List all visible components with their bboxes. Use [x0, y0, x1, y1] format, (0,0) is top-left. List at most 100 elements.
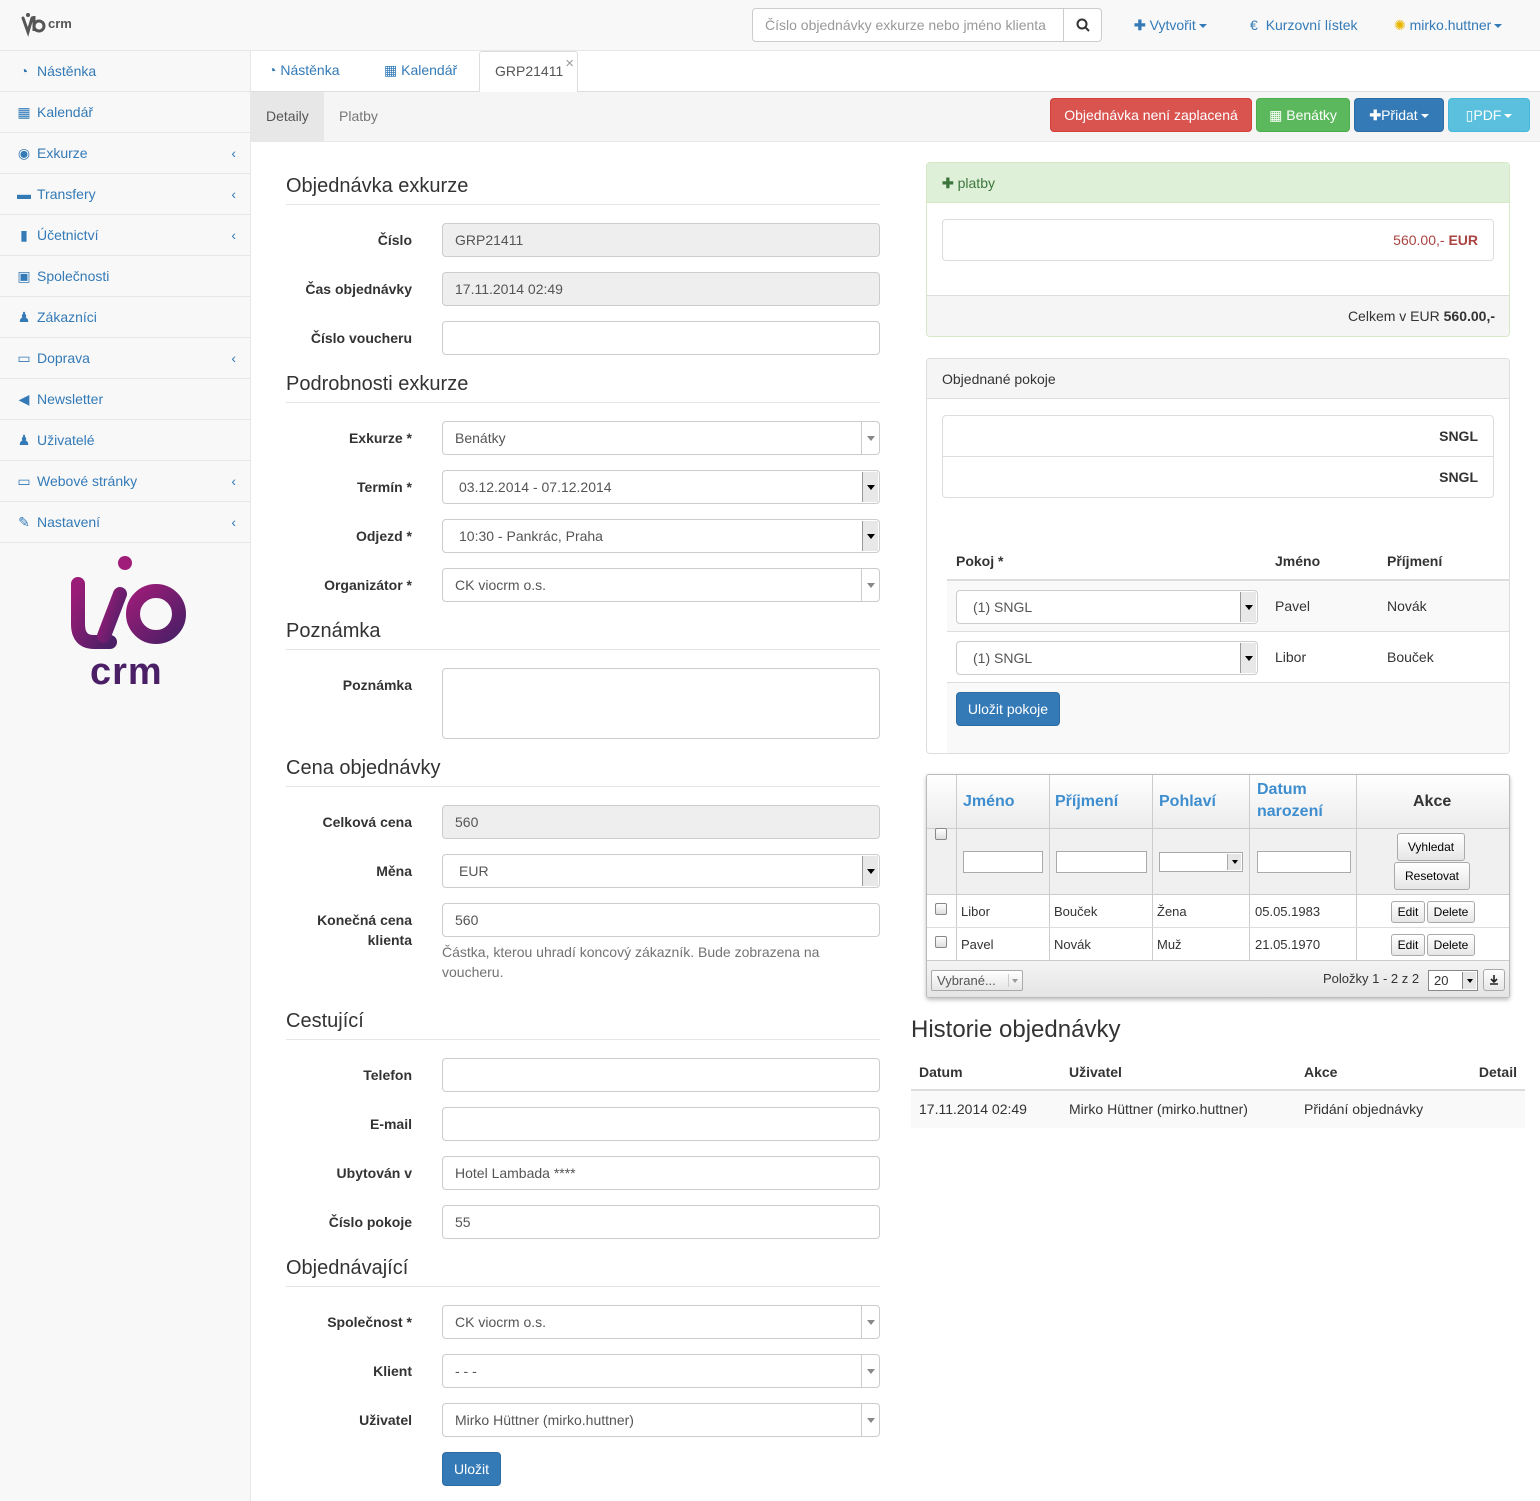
note-textarea[interactable] — [442, 668, 880, 739]
history-title: Historie objednávky — [911, 1016, 1121, 1043]
term-select[interactable]: 03.12.2014 - 07.12.2014 — [442, 470, 880, 504]
grid-cell-birth: 05.05.1983 — [1255, 904, 1321, 919]
sidebar-item-8[interactable]: ◀ Newsletter — [0, 379, 250, 420]
payments-total: Celkem v EUR 560.00,- — [1348, 308, 1495, 324]
user-menu[interactable]: ✺ mirko.huttner — [1394, 17, 1503, 34]
tab-bar: ◔ Nástěnka ▦ Kalendář GRP21411 × — [251, 51, 1540, 93]
delete-button[interactable]: Delete — [1427, 901, 1475, 923]
brand-logo[interactable]: crm — [20, 12, 80, 38]
brand-logo-text: crm — [48, 16, 72, 31]
table-row: Pavel Novák Muž 21.05.1970 Edit Delete — [927, 928, 1509, 961]
departure-select[interactable]: 10:30 - Pankrác, Praha — [442, 519, 880, 553]
caret-down-icon — [1198, 24, 1207, 29]
grid-col-name[interactable]: Jméno — [963, 791, 1015, 813]
departure-label: Odjezd * — [355, 528, 412, 544]
list-item: SNGL — [943, 416, 1493, 457]
grid-cell-surname: Novák — [1054, 937, 1091, 952]
sidebar-item-6[interactable]: ♟ Zákazníci — [0, 297, 250, 338]
close-icon[interactable]: × — [565, 44, 574, 83]
payments-panel-header[interactable]: ✚ platby — [927, 163, 1509, 203]
exchange-rates-link[interactable]: € Kurzovní lístek — [1250, 17, 1358, 33]
currency-select[interactable]: EUR — [442, 854, 880, 888]
per-page-select[interactable]: 20 — [1428, 970, 1478, 991]
organizer-select[interactable]: CK viocrm o.s. — [442, 568, 880, 602]
sidebar-item-10[interactable]: ▭ Webové stránky ‹ — [0, 461, 250, 502]
sidebar-item-9[interactable]: ♟ Uživatelé — [0, 420, 250, 461]
user-menu-label: mirko.huttner — [1409, 17, 1492, 33]
email-field[interactable] — [442, 1107, 880, 1141]
row-checkbox[interactable] — [935, 903, 947, 915]
brand-logo-large: crm — [70, 551, 190, 699]
sidebar-item-7[interactable]: ▭ Doprava ‹ — [0, 338, 250, 379]
trip-select-value: Benátky — [455, 430, 506, 446]
user-select[interactable]: Mirko Hüttner (mirko.huttner) — [442, 1403, 880, 1437]
voucher-field[interactable] — [442, 321, 880, 355]
row-checkbox[interactable] — [935, 936, 947, 948]
grid-cell-birth: 21.05.1970 — [1255, 937, 1321, 952]
save-rooms-button[interactable]: Uložit pokoje — [956, 692, 1060, 726]
section-details-title: Podrobnosti exkurze — [286, 369, 880, 403]
grid-col-surname[interactable]: Příjmení — [1055, 791, 1118, 813]
unpaid-button[interactable]: Objednávka není zaplacená — [1050, 98, 1252, 132]
company-select[interactable]: CK viocrm o.s. — [442, 1305, 880, 1339]
sidebar-item-5[interactable]: ▣ Společnosti — [0, 256, 250, 297]
tab-dashboard[interactable]: ◔ Nástěnka — [253, 51, 355, 92]
sidebar-item-4[interactable]: ▮ Účetnictví ‹ — [0, 215, 250, 256]
sidebar-item-label: Uživatelé — [37, 432, 95, 448]
delete-button[interactable]: Delete — [1427, 934, 1475, 956]
caret-down-icon — [1494, 24, 1503, 29]
order-number-label: Číslo — [377, 232, 412, 248]
sidebar-item-3[interactable]: ▬ Transfery ‹ — [0, 174, 250, 215]
room-select-value: (1) SNGL — [973, 599, 1033, 615]
trip-select[interactable]: Benátky — [442, 421, 880, 455]
select-all-checkbox[interactable] — [935, 828, 947, 840]
total-price-field: 560 — [442, 805, 880, 839]
client-select-value: - - - — [455, 1363, 477, 1379]
reset-grid-button[interactable]: Resetovat — [1394, 862, 1470, 890]
filter-surname-input[interactable] — [1056, 851, 1147, 873]
dashboard-icon: ◔ — [268, 62, 277, 78]
sidebar-item-1[interactable]: ▦ Kalendář — [0, 92, 250, 133]
sidebar-item-2[interactable]: ◉ Exkurze ‹ — [0, 133, 250, 174]
create-menu[interactable]: ✚ Vytvořit — [1134, 17, 1207, 34]
search-button[interactable] — [1063, 8, 1102, 42]
sidebar-item-11[interactable]: ✎ Nastavení ‹ — [0, 502, 250, 543]
search-grid-button[interactable]: Vyhledat — [1397, 833, 1465, 861]
filter-name-input[interactable] — [963, 851, 1043, 873]
tab-calendar[interactable]: ▦ Kalendář — [369, 51, 472, 92]
filter-gender-select[interactable] — [1159, 852, 1243, 872]
phone-field[interactable] — [442, 1058, 880, 1092]
trip-button[interactable]: ▦ Benátky — [1256, 98, 1350, 132]
search-input[interactable]: Číslo objednávky exkurze nebo jméno klie… — [752, 8, 1064, 42]
download-icon — [1490, 975, 1498, 985]
edit-button[interactable]: Edit — [1391, 934, 1425, 956]
subtab-details[interactable]: Detaily — [251, 92, 324, 141]
save-button[interactable]: Uložit — [442, 1452, 501, 1486]
tab-order[interactable]: GRP21411 × — [479, 51, 578, 93]
payment-item[interactable]: 560.00,- EUR — [942, 219, 1494, 261]
payments-header-label: platby — [957, 175, 995, 191]
client-select[interactable]: - - - — [442, 1354, 880, 1388]
sidebar-item-label: Doprava — [37, 350, 90, 366]
hotel-field[interactable]: Hotel Lambada **** — [442, 1156, 880, 1190]
room-select[interactable]: (1) SNGL — [956, 590, 1258, 624]
sidebar-item-0[interactable]: ◔ Nástěnka — [0, 51, 250, 92]
filter-birth-input[interactable] — [1257, 851, 1351, 873]
pdf-button[interactable]: ▯PDF — [1448, 98, 1530, 132]
edit-button[interactable]: Edit — [1391, 901, 1425, 923]
final-price-field[interactable]: 560 — [442, 903, 880, 937]
download-button[interactable] — [1483, 969, 1505, 991]
per-page-value: 20 — [1434, 973, 1449, 988]
grid-col-gender[interactable]: Pohlaví — [1159, 791, 1216, 813]
bulk-action-select[interactable]: Vybrané... — [931, 970, 1023, 991]
subtab-payments[interactable]: Platby — [324, 92, 393, 141]
room-number-field[interactable]: 55 — [442, 1205, 880, 1239]
desktop-icon: ▭ — [17, 472, 31, 489]
grid-col-birth[interactable]: Datum narození — [1257, 779, 1323, 823]
add-button[interactable]: ✚Přidat — [1354, 98, 1444, 132]
calendar-icon: ▦ — [17, 103, 31, 120]
room-select[interactable]: (1) SNGL — [956, 641, 1258, 675]
phone-label: Telefon — [363, 1067, 412, 1083]
note-label: Poznámka — [342, 677, 412, 693]
trip-label: Exkurze * — [348, 430, 412, 446]
